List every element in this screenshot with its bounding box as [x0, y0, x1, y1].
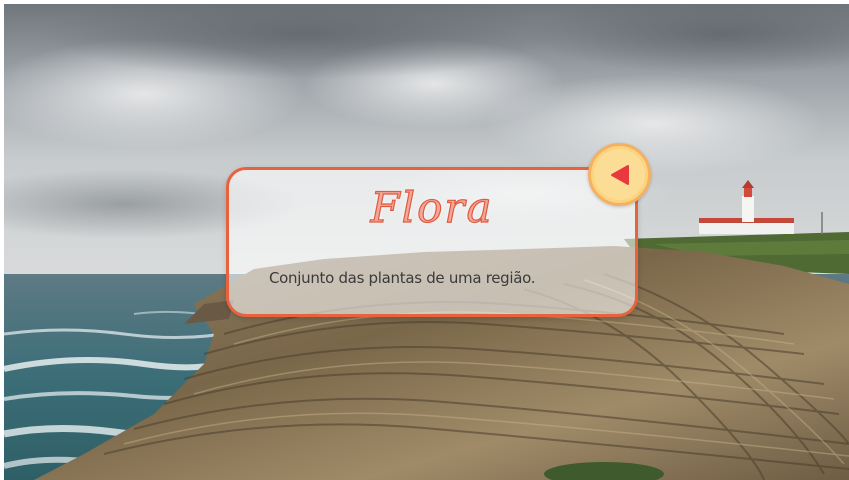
- card-description: Conjunto das plantas de uma região.: [269, 269, 536, 287]
- back-button-inner: [594, 149, 645, 200]
- back-button[interactable]: [588, 143, 651, 206]
- definition-card: Flora Conjunto das plantas de uma região…: [226, 167, 638, 317]
- card-title: Flora: [370, 182, 494, 232]
- triangle-left-icon: [610, 164, 629, 185]
